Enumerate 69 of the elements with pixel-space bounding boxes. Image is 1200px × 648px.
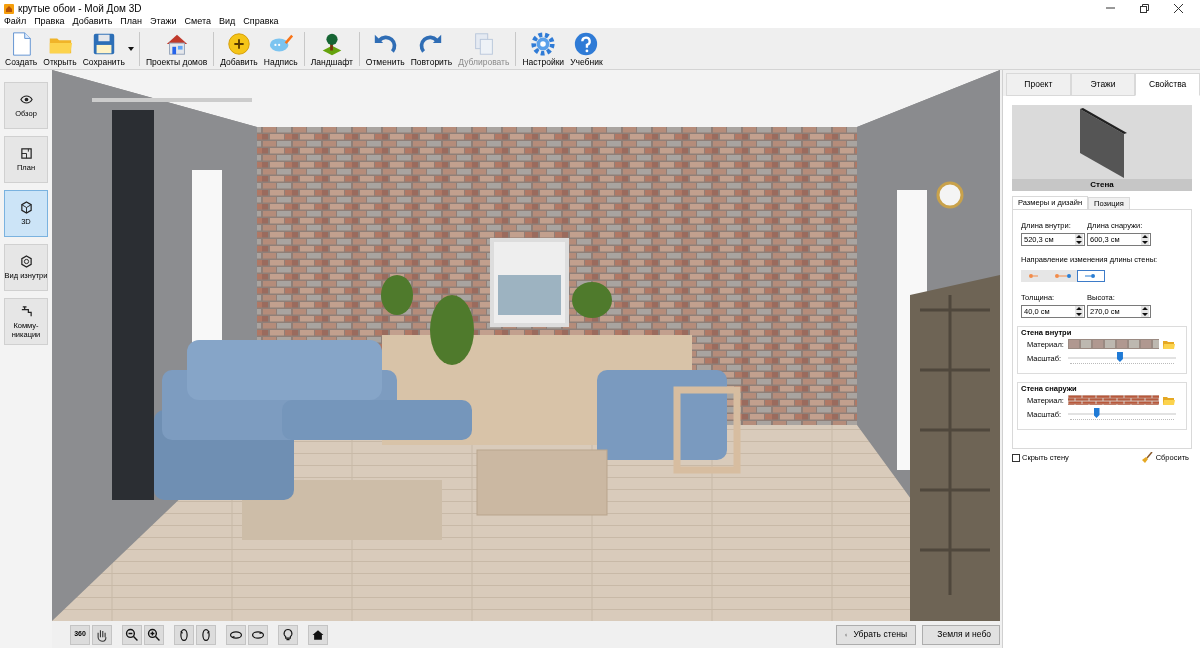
menu-item[interactable]: Правка <box>34 17 65 26</box>
toolbar-button[interactable]: Открыть <box>40 28 80 69</box>
menu-item[interactable]: Файл <box>4 17 27 26</box>
view-tool-button[interactable] <box>174 624 194 645</box>
view-button[interactable]: Убрать стены <box>836 624 916 645</box>
spinner-arrows-icon <box>1075 234 1083 246</box>
maximize-button[interactable] <box>1138 2 1150 15</box>
toolbar-button[interactable]: Отменить <box>362 28 408 69</box>
rotate-right-icon <box>199 627 213 642</box>
wall-preview-drawing <box>1077 107 1127 179</box>
view-tool-button[interactable] <box>248 624 268 645</box>
both-directions-icon <box>1053 271 1073 280</box>
spinner-arrows-icon <box>1141 305 1149 317</box>
view-tool-button[interactable] <box>278 624 298 645</box>
slider-thumb[interactable] <box>1116 352 1123 362</box>
light-bulb-icon <box>281 627 295 642</box>
toolbar-button[interactable]: Создать <box>2 28 41 69</box>
toolbar-button[interactable]: Учебник <box>567 28 606 69</box>
menu-item[interactable]: Вид <box>219 17 236 26</box>
interior-view-icon <box>19 255 33 268</box>
view-tool-button[interactable] <box>308 624 328 645</box>
toolbar-button[interactable]: Добавить <box>217 28 261 69</box>
plus-circle-icon <box>226 30 252 57</box>
help-icon <box>573 30 600 57</box>
toolbar-button[interactable]: Проекты домов <box>142 28 211 69</box>
cube-house-icon <box>19 201 33 214</box>
menu-item[interactable]: Этажи <box>150 17 177 26</box>
toolbar-button[interactable]: Надпись <box>260 28 301 69</box>
preview-caption: Стена <box>1012 179 1192 191</box>
view-tool-button[interactable] <box>122 624 142 645</box>
folder-icon <box>1163 395 1175 405</box>
spinner-arrows-icon <box>1075 305 1083 317</box>
view-tool-button[interactable] <box>226 624 246 645</box>
direction-option[interactable] <box>1077 269 1105 282</box>
brush-icon <box>1141 452 1153 464</box>
window-title: крутые обои - Мой Дом 3D <box>18 2 142 16</box>
floor-plan-icon <box>19 147 33 160</box>
zoom-out-icon <box>125 627 139 642</box>
toolbar-button[interactable]: Повторить <box>407 28 456 69</box>
menu-item[interactable]: План <box>120 17 143 26</box>
panel-tab[interactable]: Проект <box>1006 73 1071 96</box>
caret-icon <box>127 46 134 51</box>
toolbar-button[interactable]: Настройки <box>519 28 568 69</box>
toolbar-button[interactable]: Ландшафт <box>307 28 356 69</box>
menu-item[interactable]: Справка <box>243 17 279 26</box>
maximize-icon <box>1138 3 1150 14</box>
panel-tab[interactable]: Этажи <box>1070 73 1136 96</box>
spinner-arrows-icon <box>1141 234 1149 246</box>
faucet-icon <box>19 304 33 318</box>
settings-icon <box>530 30 557 57</box>
app-logo-icon <box>4 3 14 14</box>
zoom-in-icon <box>147 627 161 642</box>
rotate-left-icon <box>177 627 191 642</box>
toolbar-button[interactable]: Сохранить <box>79 28 128 69</box>
eye-icon <box>19 93 33 106</box>
view-tool-button[interactable] <box>144 624 164 645</box>
close-icon <box>1172 3 1184 14</box>
menu-item[interactable]: Добавить <box>72 17 113 26</box>
slider-thumb[interactable] <box>1093 408 1100 418</box>
hand-icon <box>95 627 109 642</box>
menu-item[interactable]: Смета <box>184 17 211 26</box>
scale-slider[interactable] <box>1068 408 1176 422</box>
view-tool-button[interactable] <box>196 624 216 645</box>
view-tool-button[interactable] <box>92 624 112 645</box>
scale-slider[interactable] <box>1068 352 1176 366</box>
view-button[interactable]: Земля и небо <box>922 624 1000 645</box>
folder-icon <box>1163 339 1175 349</box>
close-button[interactable] <box>1172 2 1184 15</box>
panel-tab[interactable]: Свойства <box>1135 73 1200 96</box>
